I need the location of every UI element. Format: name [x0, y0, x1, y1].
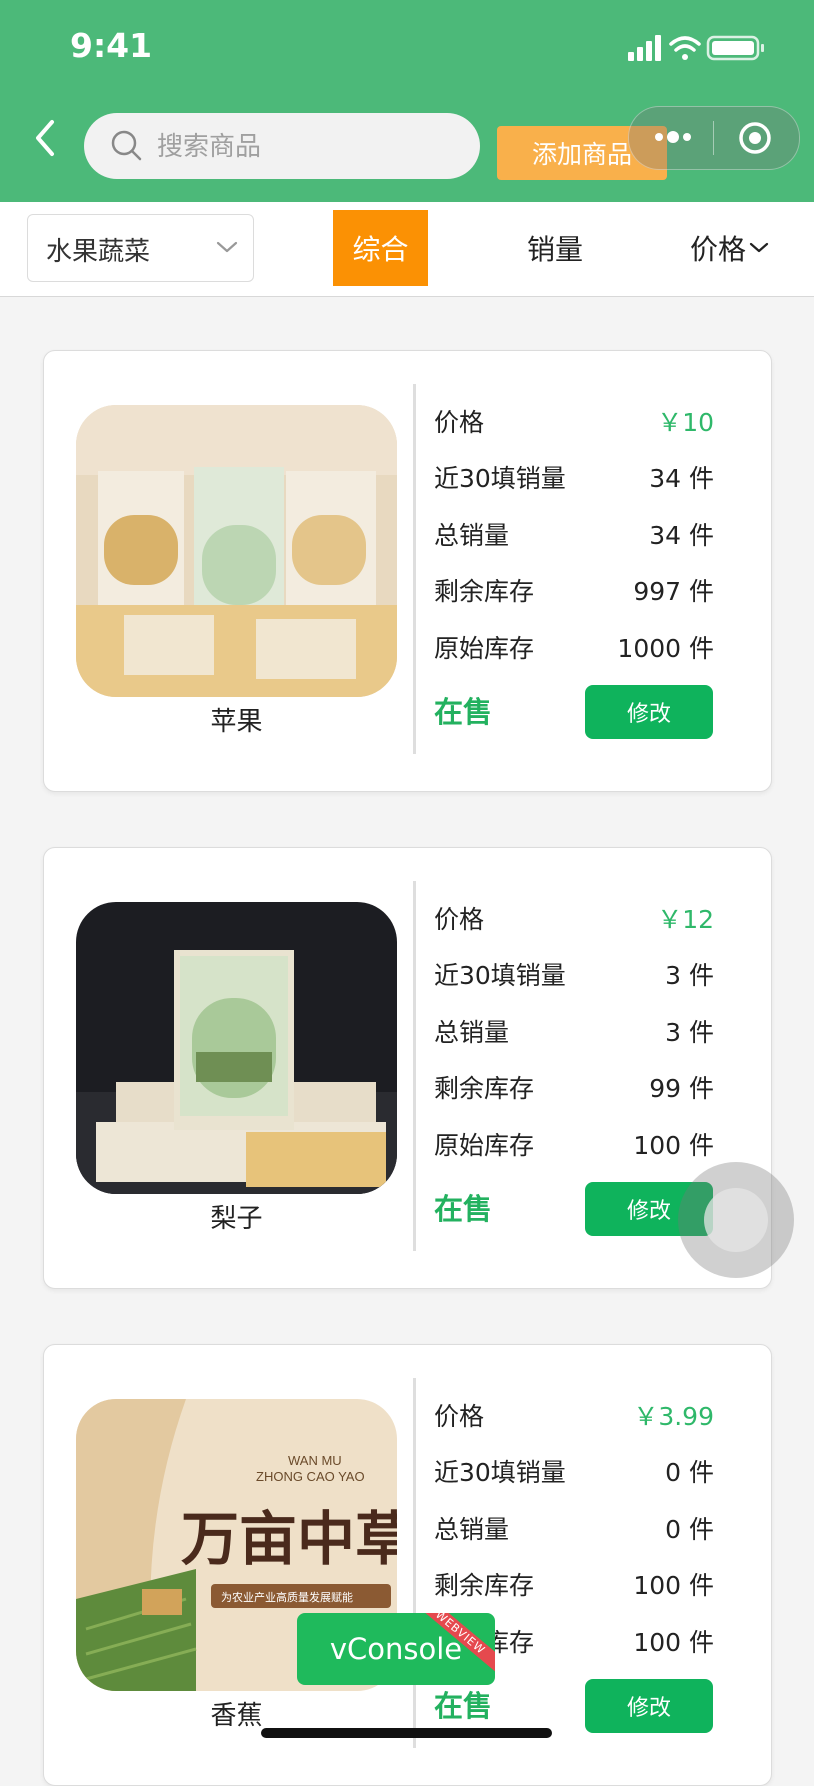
status-badge: 在售 — [434, 1689, 493, 1723]
product-image — [76, 902, 397, 1194]
edit-button[interactable]: 修改 — [585, 1679, 713, 1733]
chevron-down-icon — [749, 242, 769, 253]
status-icons — [628, 35, 764, 61]
sort-tab-price[interactable]: 价格 — [680, 210, 780, 286]
stock-left-row: 剩余库存 99 件 — [434, 1074, 714, 1103]
total-sales-row: 总销量 34 件 — [434, 521, 714, 550]
home-indicator — [261, 1728, 552, 1738]
stock-left-row: 剩余库存 997 件 — [434, 577, 714, 606]
status-badge: 在售 — [434, 1192, 493, 1226]
search-input[interactable]: 搜索商品 — [84, 113, 480, 179]
edit-button[interactable]: 修改 — [585, 685, 713, 739]
sort-tab-sales[interactable]: 销量 — [510, 210, 600, 286]
status-time: 9:41 — [70, 26, 153, 65]
search-icon — [111, 130, 142, 161]
vconsole-button[interactable]: vConsole WEBVIEW — [297, 1613, 495, 1685]
wifi-icon — [669, 36, 701, 60]
price-row: 价格 ￥12 — [434, 900, 714, 940]
sort-tab-comprehensive[interactable]: 综合 — [333, 210, 428, 286]
sort-price-label: 价格 — [689, 233, 746, 266]
price-value: ￥10 — [657, 408, 714, 437]
price-value: ￥3.99 — [633, 1402, 714, 1431]
total-sales-row: 总销量 0 件 — [434, 1515, 714, 1544]
category-dropdown[interactable]: 水果蔬菜 — [27, 214, 254, 282]
product-name: 梨子 — [210, 1204, 263, 1234]
close-miniprogram-icon[interactable] — [737, 120, 773, 156]
stock-orig-row: 原始库存 1000 件 — [434, 634, 714, 663]
search-placeholder: 搜索商品 — [157, 132, 262, 162]
status-badge: 在售 — [434, 695, 493, 729]
stock-left-row: 剩余库存 100 件 — [434, 1571, 714, 1600]
floating-assistive-button[interactable] — [678, 1162, 794, 1278]
header-bar: 9:41 搜索商品 添加商品 — [0, 0, 814, 202]
signal-icon — [628, 35, 661, 61]
product-name: 苹果 — [210, 707, 263, 737]
product-card: WAN MU ZHONG CAO YAO 万亩中草药 为农业产业高质量发展赋能 … — [43, 1344, 772, 1786]
price-row: 价格 ￥10 — [434, 403, 714, 443]
filter-bar: 水果蔬菜 综合 销量 价格 — [0, 202, 814, 297]
more-icon[interactable] — [653, 127, 693, 147]
price-row: 价格 ￥3.99 — [434, 1397, 714, 1437]
sales30-row: 近30填销量 3 件 — [434, 961, 714, 990]
sales30-row: 近30填销量 0 件 — [434, 1458, 714, 1487]
category-value: 水果蔬菜 — [46, 237, 151, 267]
battery-icon — [706, 35, 764, 61]
image-slogan-text: 为农业产业高质量发展赋能 — [221, 1590, 353, 1604]
product-card: 梨子 价格 ￥12 近30填销量 3 件 总销量 3 件 剩余库存 99 件 原… — [43, 847, 772, 1289]
image-brand-text: WAN MU — [288, 1453, 342, 1468]
sales30-row: 近30填销量 34 件 — [434, 464, 714, 493]
chevron-down-icon — [216, 241, 238, 253]
price-value: ￥12 — [657, 905, 714, 934]
vconsole-label: vConsole — [329, 1632, 463, 1666]
stock-orig-row: 原始库存 100 件 — [434, 1131, 714, 1160]
image-title-text: 万亩中草药 — [181, 1505, 397, 1573]
image-brand-text: ZHONG CAO YAO — [256, 1469, 365, 1484]
product-card: 苹果 价格 ￥10 近30填销量 34 件 总销量 34 件 剩余库存 997 … — [43, 350, 772, 792]
chevron-left-icon — [36, 120, 54, 156]
miniprogram-capsule — [628, 106, 800, 170]
product-image — [76, 405, 397, 697]
product-name: 香蕉 — [210, 1701, 263, 1731]
back-button[interactable] — [26, 114, 66, 164]
total-sales-row: 总销量 3 件 — [434, 1018, 714, 1047]
